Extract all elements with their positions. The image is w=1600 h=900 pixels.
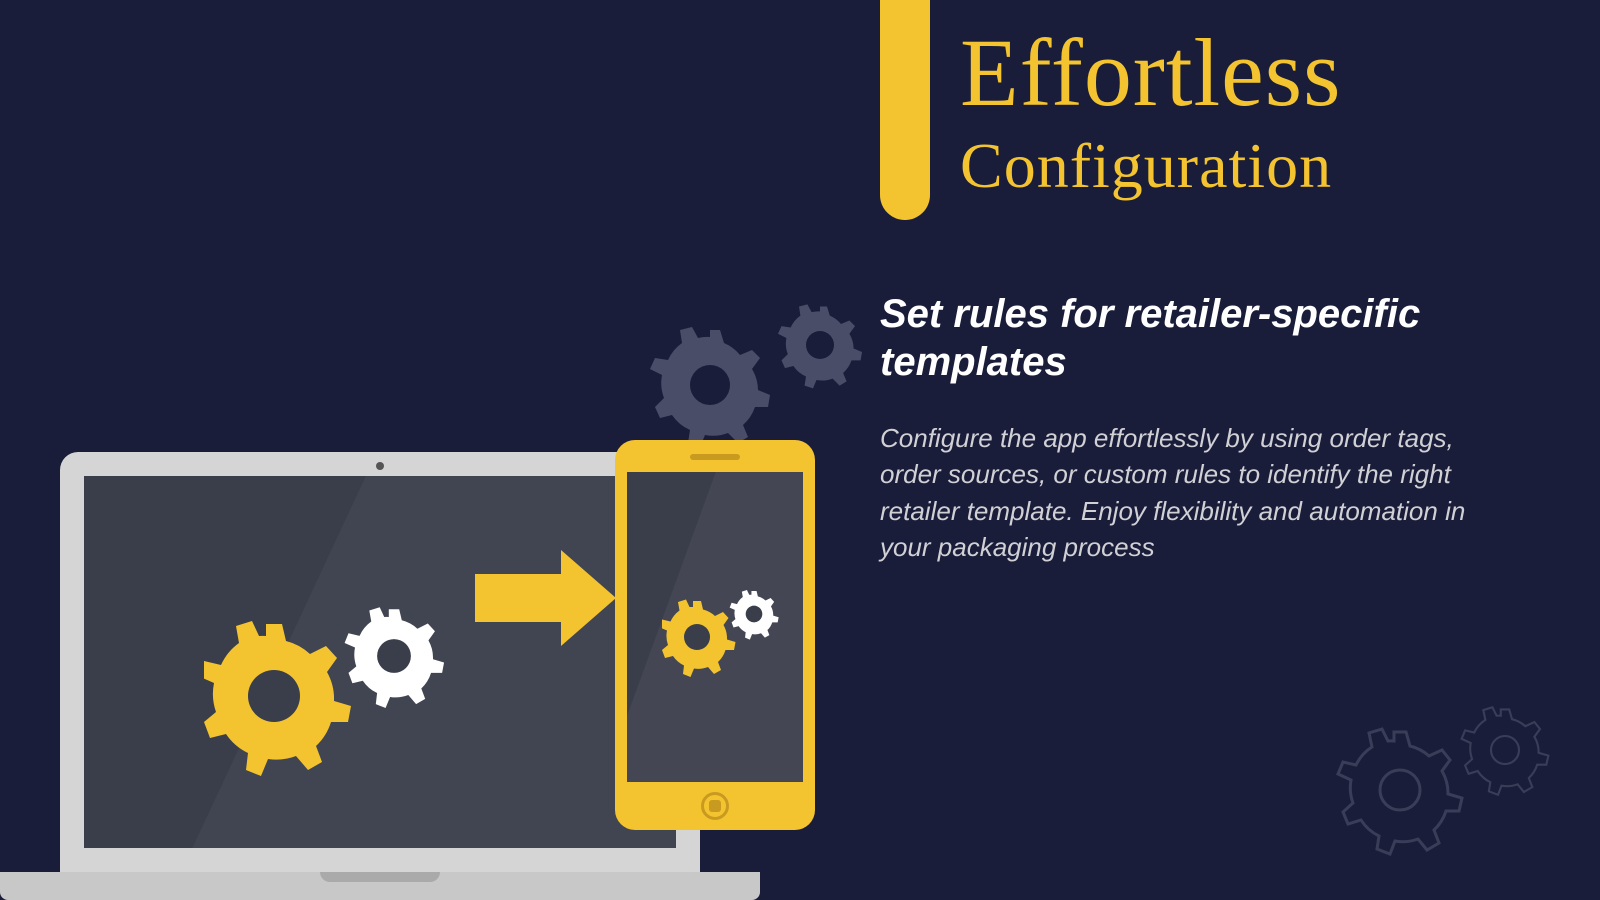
phone-screen-gears — [662, 582, 792, 687]
title-line-1: Effortless — [960, 25, 1341, 121]
decorative-corner-gears — [1330, 695, 1570, 870]
slide-container: Effortless Configuration Set rules for r… — [0, 0, 1600, 900]
title-line-2: Configuration — [960, 129, 1341, 203]
laptop-screen-frame — [60, 452, 700, 872]
body-text: Configure the app effortlessly by using … — [880, 420, 1520, 566]
laptop-notch — [320, 872, 440, 882]
laptop-screen — [84, 476, 676, 848]
gear-icon — [662, 582, 792, 682]
title-block: Effortless Configuration — [960, 25, 1341, 203]
subtitle: Set rules for retailer-specific template… — [880, 290, 1520, 386]
phone-home-button — [701, 792, 729, 820]
laptop-camera — [376, 462, 384, 470]
gear-icon — [204, 596, 504, 796]
illustration — [60, 340, 880, 900]
gear-icon — [1330, 695, 1570, 865]
laptop-base — [0, 872, 760, 900]
laptop-screen-gears — [204, 596, 504, 801]
smartphone-icon — [615, 440, 815, 830]
title-accent-bar — [880, 0, 930, 220]
phone-screen — [627, 472, 803, 782]
arrow-right-icon — [475, 550, 616, 646]
phone-speaker — [690, 454, 740, 460]
